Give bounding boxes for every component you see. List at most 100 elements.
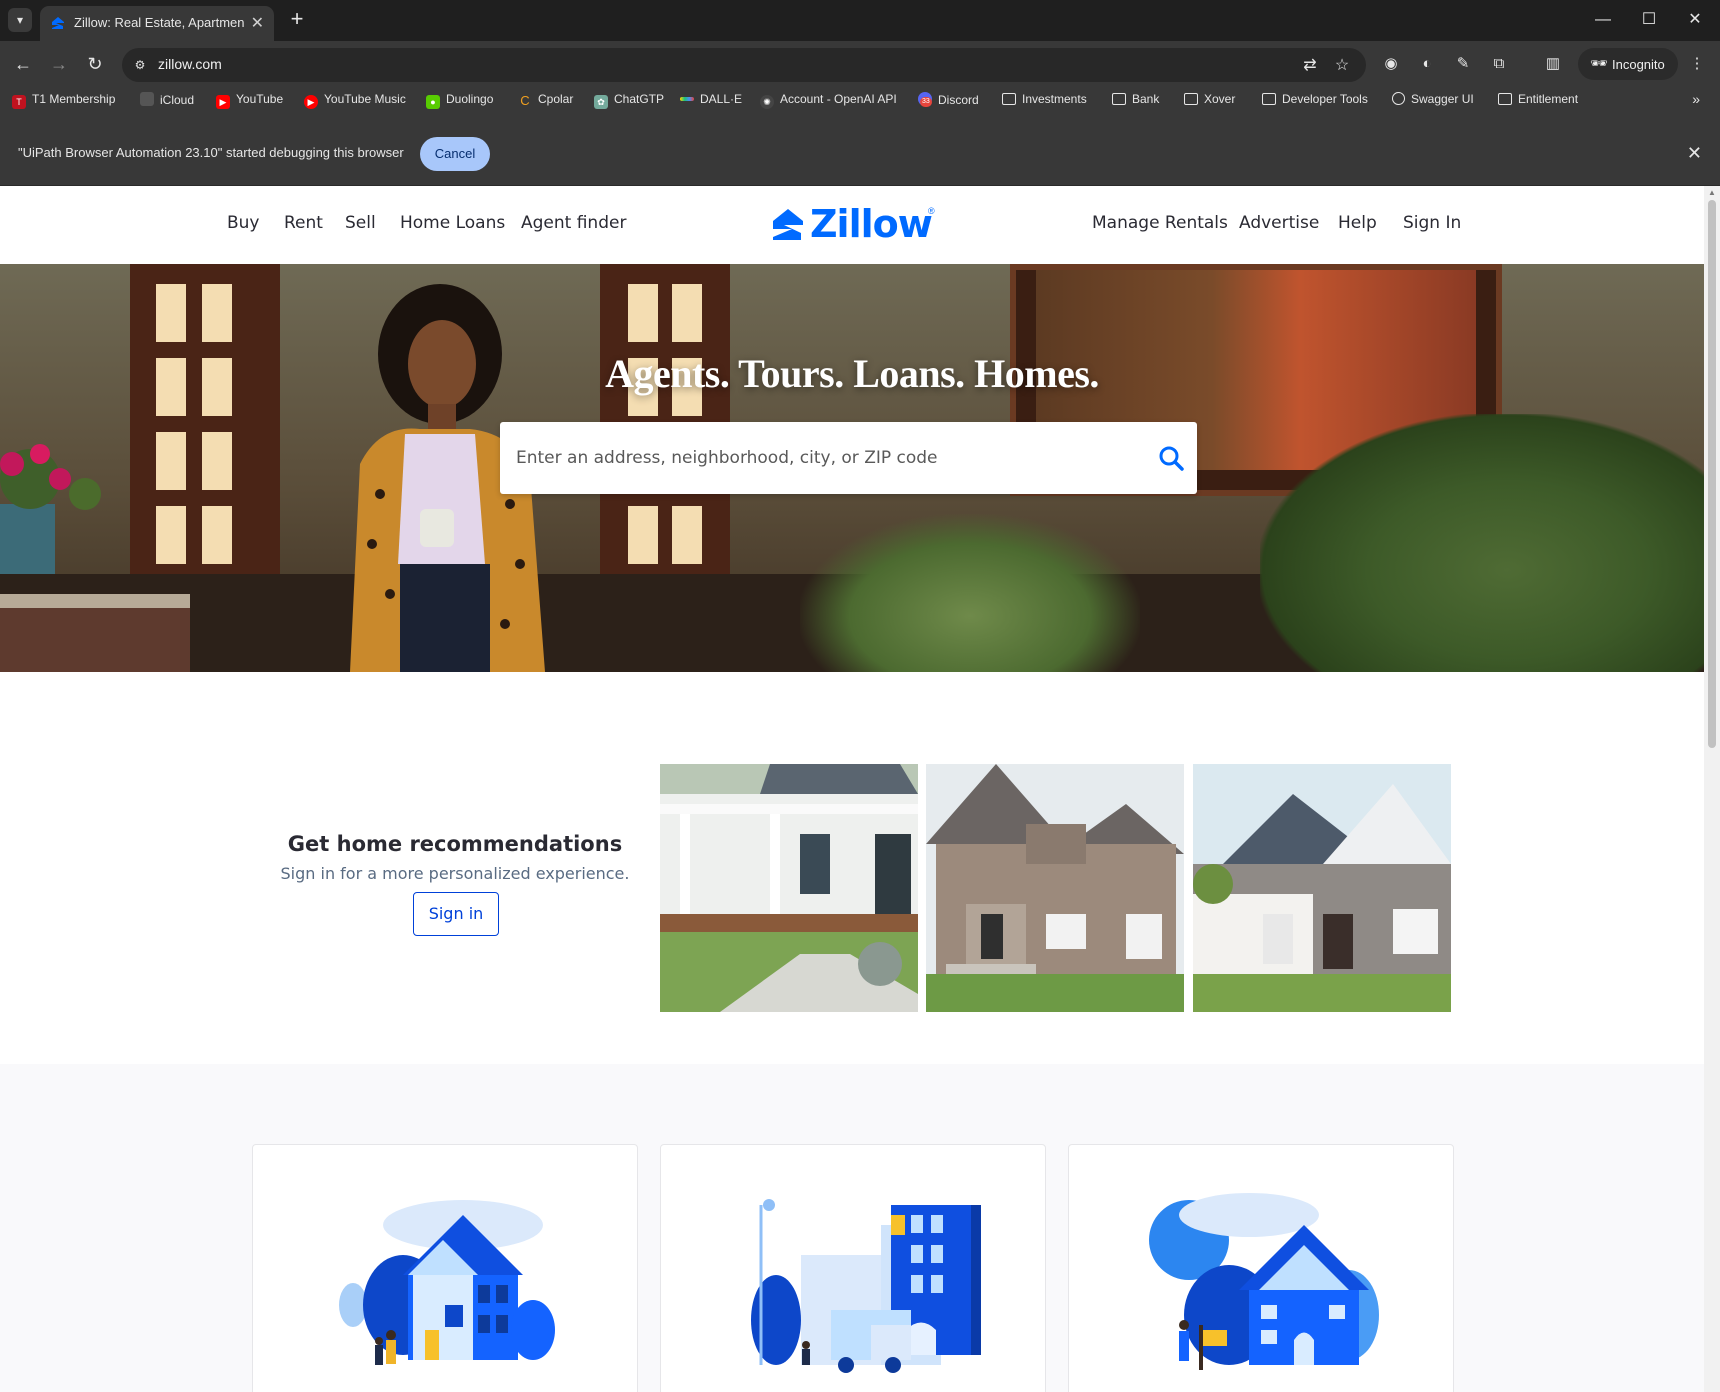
dalle-icon <box>680 97 694 101</box>
bookmark-investments[interactable]: Investments <box>1002 92 1087 112</box>
hero-plant-middle <box>800 514 1140 672</box>
folder-icon <box>1112 93 1126 105</box>
house-photo-craftsman <box>926 764 1184 1012</box>
extensions-puzzle-icon[interactable]: ⧉ <box>1488 53 1510 75</box>
scrollbar-thumb[interactable] <box>1708 200 1716 748</box>
bookmark-entitlement[interactable]: Entitlement <box>1498 92 1578 112</box>
side-panel-icon[interactable]: ▥ <box>1542 53 1564 75</box>
incognito-icon: 🕶 <box>1590 55 1608 71</box>
search-box <box>500 422 1197 494</box>
site-info-icon[interactable]: ⚙ <box>132 57 148 73</box>
hero-plant-right <box>1260 414 1704 672</box>
bookmark-bank[interactable]: Bank <box>1112 92 1159 112</box>
folder-icon <box>1184 93 1198 105</box>
password-manager-icon[interactable]: ◉ <box>1380 53 1402 75</box>
t1-icon: T <box>12 95 26 109</box>
bookmark-youtube[interactable]: ▶ YouTube <box>216 92 283 112</box>
folder-icon <box>1002 93 1016 105</box>
buy-home-illustration <box>339 1200 555 1365</box>
folder-icon <box>1262 93 1276 105</box>
bookmark-xover[interactable]: Xover <box>1184 92 1235 112</box>
recommendations-subtext: Sign in for a more personalized experien… <box>280 864 630 883</box>
zillow-logo-icon <box>773 209 803 240</box>
bookmark-openai-api[interactable]: ✺ Account - OpenAI API <box>760 92 897 112</box>
chatgpt-icon: ✿ <box>594 95 608 109</box>
tab-search-icon[interactable]: ▾ <box>8 8 32 32</box>
logo-wordmark: Zillow <box>810 202 933 246</box>
browser-toolbar: ← → ↻ ⚙ zillow.com ⇄ ☆ ◉ ◐ ✎ ⧉ ▥ 🕶 Incog… <box>0 41 1720 87</box>
bookmark-cpolar[interactable]: C Cpolar <box>518 92 573 112</box>
page-scrollbar[interactable]: ▲ <box>1704 186 1720 1392</box>
search-input[interactable] <box>514 442 1138 474</box>
incognito-badge[interactable]: 🕶 Incognito <box>1578 48 1678 80</box>
bookmark-youtube-music[interactable]: ▶ YouTube Music <box>304 92 406 112</box>
maximize-icon[interactable]: ☐ <box>1634 8 1664 32</box>
tab-title: Zillow: Real Estate, Apartments, <box>74 15 244 30</box>
youtube-icon: ▶ <box>216 95 230 109</box>
address-bar[interactable]: ⚙ zillow.com ⇄ ☆ <box>122 48 1366 82</box>
bookmark-developer-tools[interactable]: Developer Tools <box>1262 92 1368 112</box>
globe-icon <box>1392 92 1405 105</box>
discord-icon: 33 <box>918 92 932 107</box>
extension-feather-icon[interactable]: ✎ <box>1452 53 1474 75</box>
infobar-message: "UiPath Browser Automation 23.10" starte… <box>18 145 404 160</box>
nav-advertise[interactable]: Advertise <box>1239 213 1319 233</box>
bookmark-duolingo[interactable]: ● Duolingo <box>426 92 493 112</box>
bookmark-star-icon[interactable]: ☆ <box>1332 56 1352 76</box>
site-header: Buy Rent Sell Home Loans Agent finder Zi… <box>0 186 1704 265</box>
duolingo-icon: ● <box>426 95 440 109</box>
nav-help[interactable]: Help <box>1338 213 1377 233</box>
bookmark-discord[interactable]: 33 Discord <box>918 92 979 112</box>
bookmark-dalle[interactable]: DALL·E <box>680 92 742 112</box>
logo-registered: ® <box>928 206 935 216</box>
window-close-icon[interactable]: ✕ <box>1680 8 1710 32</box>
cpolar-icon: C <box>520 93 530 108</box>
bookmark-swagger-ui[interactable]: Swagger UI <box>1392 92 1474 112</box>
recommendations-section: Get home recommendations Sign in for a m… <box>0 672 1704 1064</box>
nav-sign-in[interactable]: Sign In <box>1403 213 1461 233</box>
page-viewport: Buy Rent Sell Home Loans Agent finder Zi… <box>0 186 1704 1392</box>
nav-rent[interactable]: Rent <box>284 213 323 233</box>
incognito-label: Incognito <box>1612 57 1665 72</box>
openai-icon: ✺ <box>760 95 774 109</box>
zillow-favicon-icon <box>52 17 64 29</box>
nav-agent-finder[interactable]: Agent finder <box>521 213 626 233</box>
bookmarks-bar: T T1 Membership iCloud ▶ YouTube ▶ YouTube … <box>0 87 1720 115</box>
folder-icon <box>1498 93 1512 105</box>
card-buy[interactable] <box>252 1144 638 1392</box>
nav-sell[interactable]: Sell <box>345 213 376 233</box>
house-photo-stone <box>1193 764 1451 1012</box>
house-photo-white <box>660 764 918 1012</box>
forward-icon[interactable]: → <box>46 51 72 77</box>
sign-in-button[interactable]: Sign in <box>413 892 499 936</box>
cancel-button[interactable]: Cancel <box>420 137 490 171</box>
translate-icon[interactable]: ⇄ <box>1300 56 1320 76</box>
browser-window: ▾ Zillow: Real Estate, Apartments, ✕ + —… <box>0 0 1720 1392</box>
back-icon[interactable]: ← <box>10 51 36 77</box>
menu-icon[interactable]: ⋮ <box>1686 53 1708 75</box>
tab-zillow[interactable]: Zillow: Real Estate, Apartments, ✕ <box>40 6 274 41</box>
extension-icon[interactable]: ◐ <box>1416 53 1438 75</box>
hero-title: Agents. Tours. Loans. Homes. <box>605 351 1099 396</box>
infobar-close-icon[interactable]: ✕ <box>1687 143 1702 164</box>
discord-badge: 33 <box>920 97 932 107</box>
nav-manage-rentals[interactable]: Manage Rentals <box>1092 213 1228 233</box>
nav-buy[interactable]: Buy <box>227 213 260 233</box>
bookmark-icloud[interactable]: iCloud <box>140 92 194 112</box>
hero-flowers <box>0 444 101 574</box>
apple-icon <box>140 92 154 106</box>
nav-home-loans[interactable]: Home Loans <box>400 213 505 233</box>
new-tab-button[interactable]: + <box>284 6 310 32</box>
reload-icon[interactable]: ↻ <box>82 51 108 77</box>
bookmarks-overflow-icon[interactable]: » <box>1692 91 1700 107</box>
card-rent[interactable] <box>660 1144 1046 1392</box>
search-icon[interactable] <box>1157 444 1185 472</box>
scroll-up-icon[interactable]: ▲ <box>1708 188 1716 197</box>
rent-building-illustration <box>751 1199 981 1373</box>
bookmark-chatgpt[interactable]: ✿ ChatGTP <box>594 92 664 112</box>
tab-close-icon[interactable]: ✕ <box>251 13 264 33</box>
debug-infobar: "UiPath Browser Automation 23.10" starte… <box>0 115 1720 186</box>
card-sell[interactable] <box>1068 1144 1454 1392</box>
bookmark-t1-membership[interactable]: T T1 Membership <box>12 92 115 112</box>
minimize-icon[interactable]: — <box>1588 8 1618 32</box>
